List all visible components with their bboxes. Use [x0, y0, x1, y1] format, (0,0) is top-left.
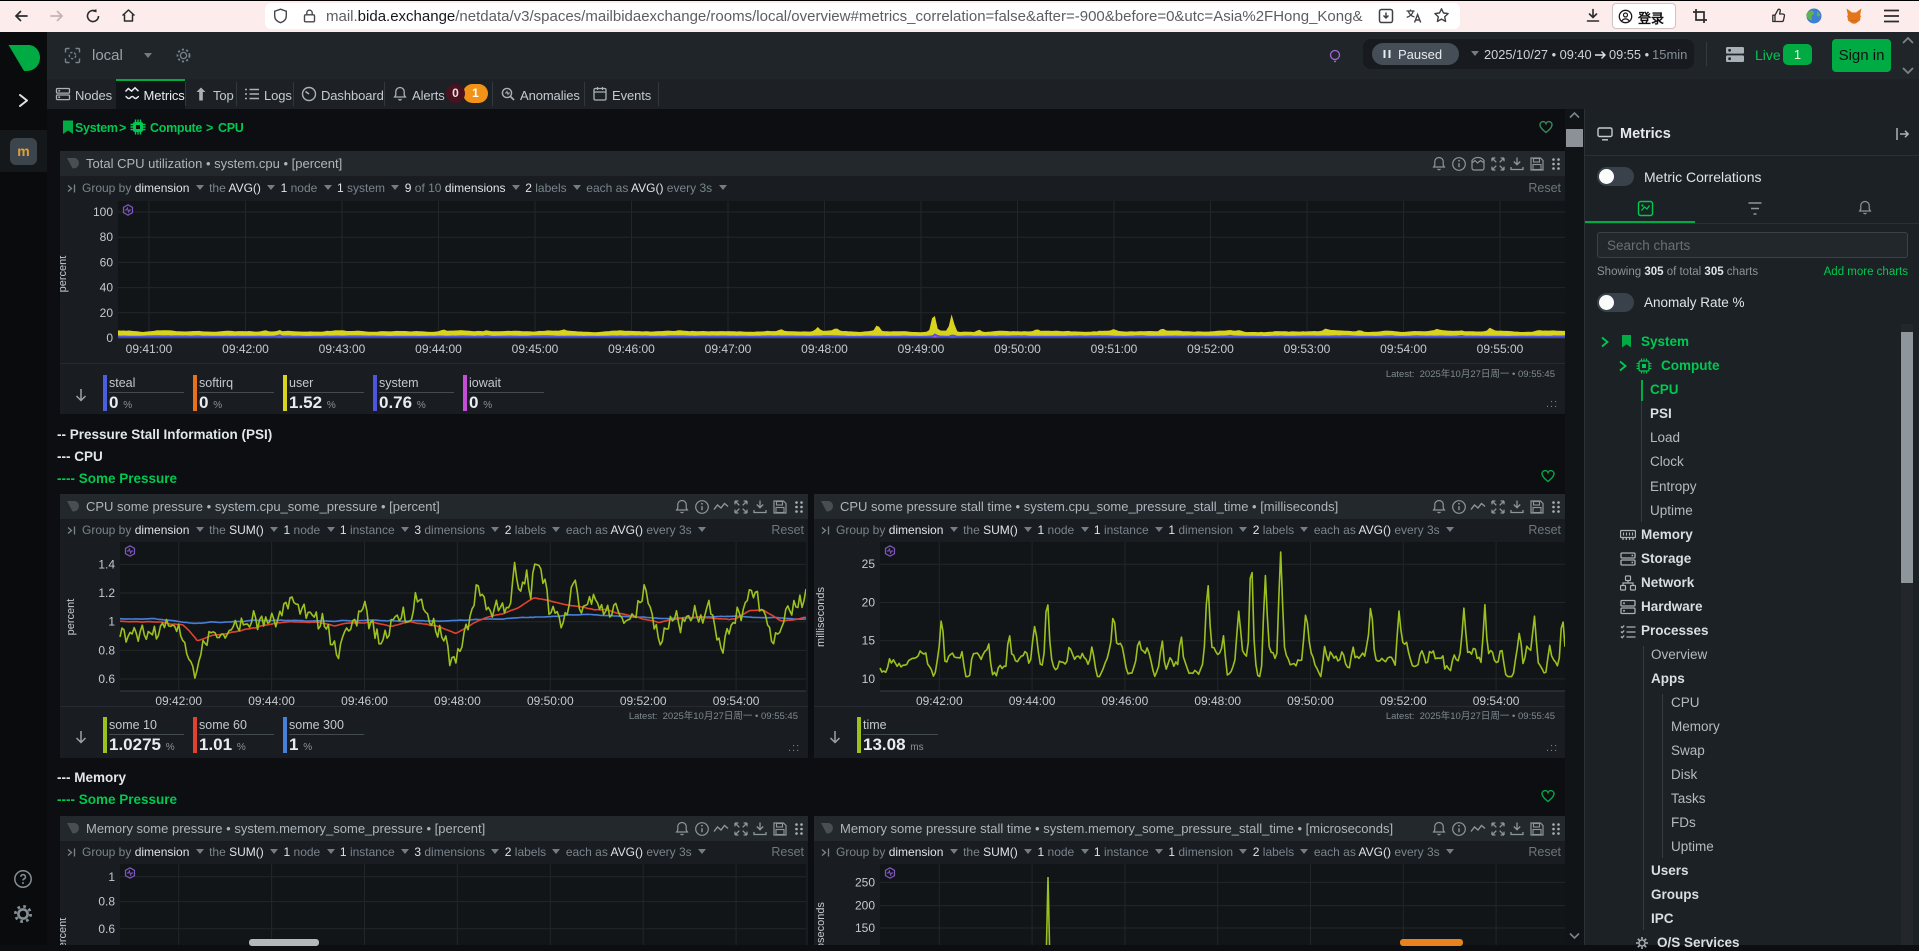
svg-text:percent: percent	[60, 256, 69, 293]
svg-text:200: 200	[855, 899, 875, 913]
svg-text:100: 100	[93, 205, 113, 219]
svg-text:percent: percent	[65, 599, 77, 636]
svg-text:0.8: 0.8	[98, 895, 115, 909]
svg-text:09:54:00: 09:54:00	[1380, 342, 1427, 356]
svg-text:09:53:00: 09:53:00	[1284, 342, 1331, 356]
svg-text:25: 25	[862, 557, 876, 571]
svg-text:150: 150	[855, 921, 875, 935]
svg-text:09:55:00: 09:55:00	[1477, 342, 1524, 356]
svg-text:09:48:00: 09:48:00	[801, 342, 848, 356]
svg-text:60: 60	[100, 255, 114, 269]
svg-text:percent: percent	[60, 918, 69, 945]
svg-text:0.6: 0.6	[98, 922, 115, 936]
svg-text:0.8: 0.8	[98, 643, 115, 657]
svg-text:09:52:00: 09:52:00	[1187, 342, 1234, 356]
svg-text:10: 10	[862, 672, 876, 686]
svg-text:09:45:00: 09:45:00	[512, 342, 559, 356]
svg-text:20: 20	[862, 596, 876, 610]
svg-text:milliseconds: milliseconds	[815, 587, 827, 647]
svg-text:80: 80	[100, 230, 114, 244]
svg-text:09:42:00: 09:42:00	[222, 342, 269, 356]
svg-text:microseconds: microseconds	[815, 902, 827, 945]
svg-text:0: 0	[106, 331, 113, 345]
svg-text:09:47:00: 09:47:00	[705, 342, 752, 356]
svg-text:09:49:00: 09:49:00	[898, 342, 945, 356]
svg-text:250: 250	[855, 875, 875, 889]
svg-text:09:44:00: 09:44:00	[415, 342, 462, 356]
svg-text:1.4: 1.4	[98, 557, 115, 571]
svg-text:1: 1	[108, 870, 115, 884]
svg-text:1: 1	[108, 615, 115, 629]
svg-text:40: 40	[100, 281, 114, 295]
svg-text:09:50:00: 09:50:00	[994, 342, 1041, 356]
svg-text:1.2: 1.2	[98, 586, 115, 600]
svg-text:0.6: 0.6	[98, 672, 115, 686]
svg-text:09:51:00: 09:51:00	[1091, 342, 1138, 356]
svg-text:09:46:00: 09:46:00	[608, 342, 655, 356]
svg-text:09:41:00: 09:41:00	[126, 342, 173, 356]
svg-text:20: 20	[100, 306, 114, 320]
svg-text:09:43:00: 09:43:00	[319, 342, 366, 356]
svg-text:15: 15	[862, 634, 876, 648]
